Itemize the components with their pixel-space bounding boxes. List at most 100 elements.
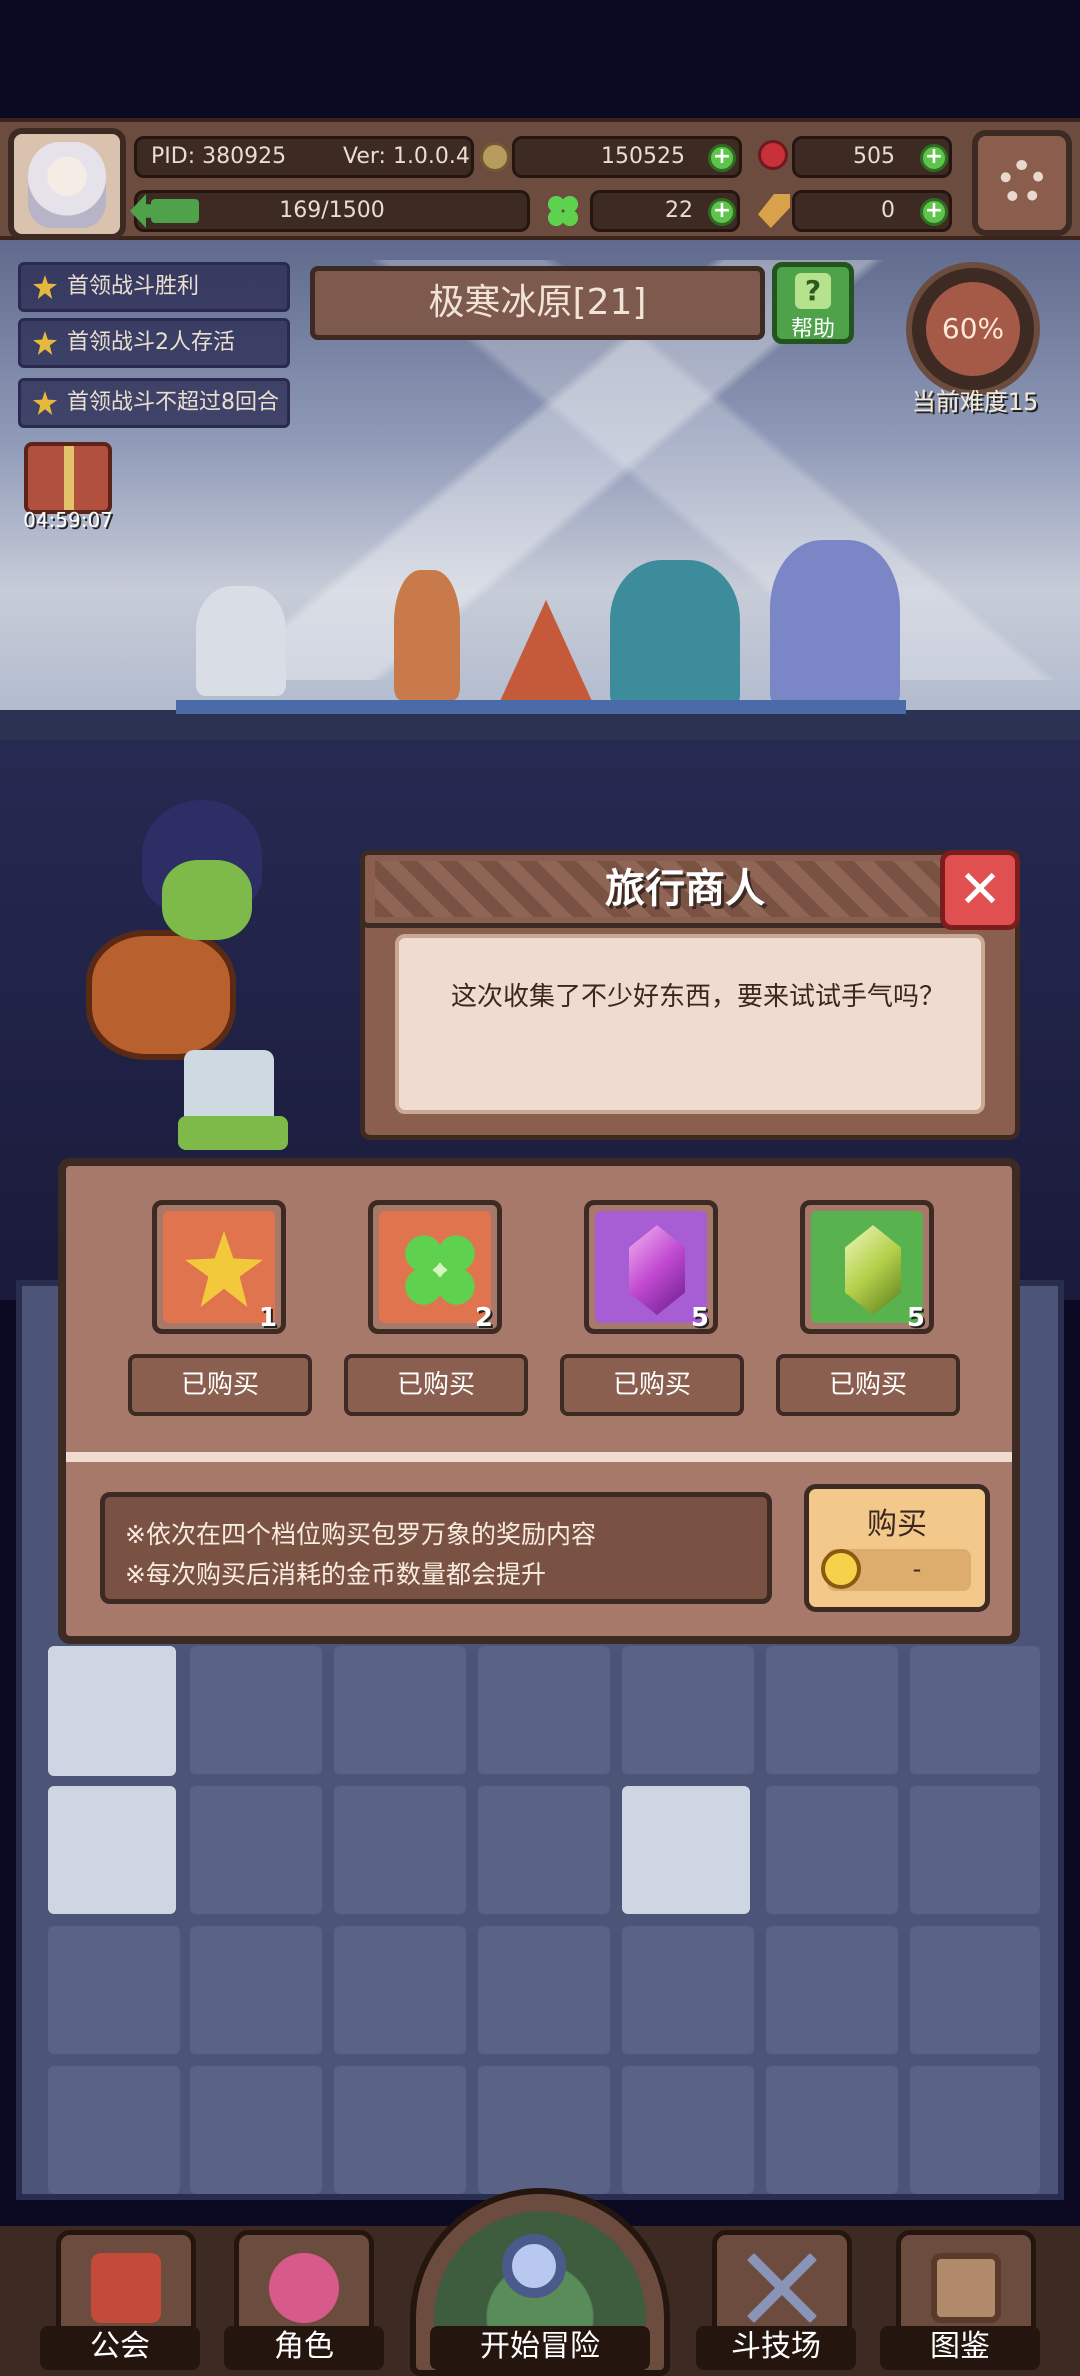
board-cell[interactable]	[478, 2066, 610, 2194]
board-cell[interactable]	[48, 1786, 176, 1914]
board-cell[interactable]	[334, 1786, 466, 1914]
dialog-text-box: 这次收集了不少好东西，要来试试手气吗？	[395, 934, 985, 1114]
buy-price: -	[912, 1555, 922, 1583]
energy-bar: 169/1500	[134, 190, 530, 232]
coins-value: 150525	[601, 144, 685, 169]
board-cell[interactable]	[48, 1926, 180, 2054]
add-coins-button[interactable]: +	[708, 144, 736, 172]
player-avatar[interactable]	[8, 128, 126, 240]
item-quantity: 2	[474, 1303, 493, 1333]
board-cell[interactable]	[766, 1786, 898, 1914]
clover-icon	[546, 194, 580, 228]
coin-icon	[821, 1549, 861, 1589]
shop-item-card[interactable]: 1	[152, 1200, 286, 1334]
snowman-hero	[196, 586, 286, 696]
difficulty-percent: 60%	[926, 282, 1020, 376]
top-status-bar: PID: 380925 Ver: 1.0.0.4 150525 + 505 + …	[0, 118, 1080, 240]
crossed-swords-icon	[747, 2253, 817, 2323]
quest-star-icon	[33, 391, 57, 415]
clovers-value: 22	[665, 198, 693, 223]
board-cell[interactable]	[766, 1926, 898, 2054]
mage-hero	[770, 540, 900, 710]
ruby-icon	[758, 140, 788, 170]
item-status-button[interactable]: 已购买	[344, 1354, 528, 1416]
merchant-face	[162, 860, 252, 940]
add-keys-button[interactable]: +	[920, 198, 948, 226]
board-cell[interactable]	[910, 1926, 1040, 2054]
merchant-backpack	[86, 930, 236, 1060]
close-button[interactable]: ✕	[940, 850, 1020, 930]
guild-icon	[91, 2253, 161, 2323]
settings-button[interactable]	[972, 130, 1072, 236]
close-icon: ✕	[958, 860, 1002, 920]
quest-item: 首领战斗不超过8回合	[18, 378, 290, 428]
board-cell[interactable]	[622, 1786, 750, 1914]
board-cell[interactable]	[334, 1646, 466, 1774]
quest-label: 首领战斗不超过8回合	[67, 390, 279, 415]
dialog-title: 旅行商人	[605, 866, 765, 912]
board-cell[interactable]	[190, 1926, 322, 2054]
dialog-message: 这次收集了不少好东西，要来试试手气吗？	[451, 982, 946, 1012]
board-cell[interactable]	[190, 2066, 322, 2194]
green-gem-icon	[845, 1225, 901, 1315]
item-quantity: 5	[906, 1303, 925, 1333]
info-line: ※依次在四个档位购买包罗万象的奖励内容	[125, 1520, 596, 1549]
key-icon	[758, 194, 790, 228]
difficulty-gauge[interactable]: 60%	[906, 262, 1040, 396]
start-adventure-label: 开始冒险	[430, 2326, 650, 2370]
quest-item: 首领战斗胜利	[18, 262, 290, 312]
nav-codex-label: 图鉴	[880, 2326, 1040, 2370]
magnifier-icon	[502, 2234, 566, 2298]
item-status-button[interactable]: 已购买	[776, 1354, 960, 1416]
board-cell[interactable]	[622, 2066, 754, 2194]
item-quantity: 5	[690, 1303, 709, 1333]
board-cell[interactable]	[478, 1926, 610, 2054]
item-status-button[interactable]: 已购买	[128, 1354, 312, 1416]
shop-info-box: ※依次在四个档位购买包罗万象的奖励内容 ※每次购买后消耗的金币数量都会提升	[100, 1492, 772, 1604]
quest-label: 首领战斗胜利	[67, 274, 200, 299]
shop-item-card[interactable]: 5	[800, 1200, 934, 1334]
board-cell[interactable]	[766, 2066, 898, 2194]
board-cell[interactable]	[48, 2066, 180, 2194]
gift-box-icon[interactable]	[24, 442, 112, 514]
board-cell[interactable]	[910, 1646, 1040, 1774]
character-icon	[269, 2253, 339, 2323]
help-button[interactable]: ? 帮助	[772, 262, 854, 344]
buy-price-bar: -	[821, 1549, 971, 1591]
board-cell[interactable]	[478, 1646, 610, 1774]
board-cell[interactable]	[48, 1646, 176, 1776]
gift-timer: 04:59:07	[23, 508, 113, 532]
add-gems-button[interactable]: +	[920, 144, 948, 172]
party-platform	[176, 700, 906, 714]
pid-version-pill: PID: 380925 Ver: 1.0.0.4	[134, 136, 474, 178]
item-status-button[interactable]: 已购买	[560, 1354, 744, 1416]
dialog-body: 这次收集了不少好东西，要来试试手气吗？	[360, 920, 1020, 1140]
star-icon	[185, 1231, 263, 1307]
board-cell[interactable]	[910, 2066, 1040, 2194]
shop-divider	[66, 1452, 1012, 1462]
board-cell[interactable]	[622, 1926, 754, 2054]
buy-button[interactable]: 购买 -	[804, 1484, 990, 1612]
board-cell[interactable]	[478, 1786, 610, 1914]
board-cell[interactable]	[190, 1646, 322, 1774]
quest-star-icon	[33, 331, 57, 355]
codex-book-icon	[931, 2253, 1001, 2323]
shop-panel: 1 2 5 5 已购买 已购买 已购买 已购买 ※依次在四个档位购买包罗万象的奖…	[58, 1158, 1020, 1644]
gear-icon	[1000, 160, 1044, 204]
question-icon: ?	[795, 273, 831, 309]
nav-arena-label: 斗技场	[696, 2326, 856, 2370]
board-cell[interactable]	[622, 1646, 754, 1774]
add-clovers-button[interactable]: +	[708, 198, 736, 226]
board-cell[interactable]	[190, 1786, 322, 1914]
version-text: Ver: 1.0.0.4	[343, 144, 470, 169]
board-cell[interactable]	[910, 1786, 1040, 1914]
board-cell[interactable]	[334, 1926, 466, 2054]
keys-value: 0	[881, 198, 895, 223]
shop-item-card[interactable]: 5	[584, 1200, 718, 1334]
dialog-header: 旅行商人	[360, 850, 1020, 928]
purple-gem-icon	[629, 1225, 685, 1315]
info-line: ※每次购买后消耗的金币数量都会提升	[125, 1560, 546, 1589]
board-cell[interactable]	[766, 1646, 898, 1774]
shop-item-card[interactable]: 2	[368, 1200, 502, 1334]
board-cell[interactable]	[334, 2066, 466, 2194]
